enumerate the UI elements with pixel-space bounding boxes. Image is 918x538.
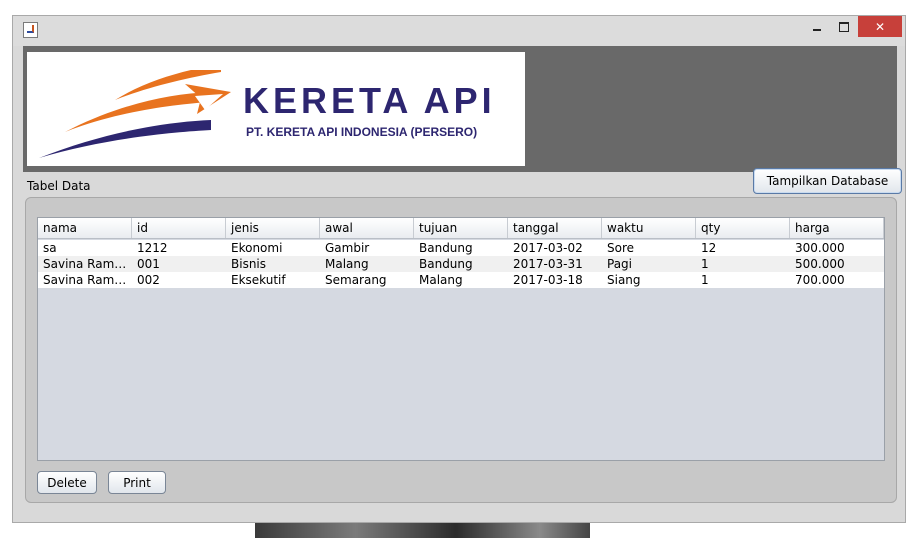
table-section-label: Tabel Data [27, 179, 91, 193]
minimize-button[interactable] [804, 16, 830, 37]
table-header: nama id jenis awal tujuan tanggal waktu … [38, 218, 884, 239]
logo-arrow-icon [39, 70, 231, 158]
cell-harga: 300.000 [795, 241, 845, 255]
cell-awal: Gambir [325, 241, 370, 255]
table-row[interactable]: Savina Ramad... 002 Eksekutif Semarang M… [38, 272, 884, 288]
cell-id: 002 [137, 273, 160, 287]
table-panel: nama id jenis awal tujuan tanggal waktu … [25, 197, 897, 503]
logo-title: KERETA API [243, 80, 496, 121]
cell-awal: Semarang [325, 273, 387, 287]
cell-tanggal: 2017-03-31 [513, 257, 583, 271]
cell-jenis: Ekonomi [231, 241, 283, 255]
background-image [255, 522, 590, 538]
column-header-tanggal[interactable]: tanggal [508, 218, 602, 238]
cell-tujuan: Malang [419, 273, 463, 287]
cell-qty: 12 [701, 241, 717, 255]
cell-waktu: Sore [607, 241, 635, 255]
column-header-id[interactable]: id [132, 218, 226, 238]
cell-waktu: Siang [607, 273, 641, 287]
cell-qty: 1 [701, 257, 709, 271]
print-button[interactable]: Print [108, 471, 166, 494]
app-window: ✕ KERETA API PT. KERETA API INDONESIA (P… [12, 15, 906, 523]
cell-harga: 500.000 [795, 257, 845, 271]
logo-subtitle: PT. KERETA API INDONESIA (PERSERO) [246, 125, 478, 139]
close-icon: ✕ [874, 19, 886, 34]
cell-nama: Savina Ramad... [43, 257, 132, 271]
cell-waktu: Pagi [607, 257, 633, 271]
cell-tanggal: 2017-03-18 [513, 273, 583, 287]
cell-jenis: Eksekutif [231, 273, 286, 287]
show-database-button[interactable]: Tampilkan Database [753, 168, 902, 194]
cell-tujuan: Bandung [419, 257, 473, 271]
title-bar[interactable]: ✕ [13, 16, 905, 46]
column-header-jenis[interactable]: jenis [226, 218, 320, 238]
cell-harga: 700.000 [795, 273, 845, 287]
maximize-button[interactable] [831, 16, 857, 37]
cell-id: 001 [137, 257, 160, 271]
cell-nama: sa [43, 241, 57, 255]
cell-tanggal: 2017-03-02 [513, 241, 583, 255]
cell-nama: Savina Ramad... [43, 273, 132, 287]
column-header-awal[interactable]: awal [320, 218, 414, 238]
table-row[interactable]: sa 1212 Ekonomi Gambir Bandung 2017-03-0… [38, 240, 884, 256]
cell-qty: 1 [701, 273, 709, 287]
column-header-waktu[interactable]: waktu [602, 218, 696, 238]
close-button[interactable]: ✕ [858, 16, 902, 37]
header-banner: KERETA API PT. KERETA API INDONESIA (PER… [23, 46, 902, 194]
column-header-nama[interactable]: nama [38, 218, 132, 238]
kereta-api-logo: KERETA API PT. KERETA API INDONESIA (PER… [27, 52, 525, 166]
cell-tujuan: Bandung [419, 241, 473, 255]
data-table[interactable]: nama id jenis awal tujuan tanggal waktu … [37, 217, 885, 461]
cell-jenis: Bisnis [231, 257, 267, 271]
delete-button[interactable]: Delete [37, 471, 97, 494]
column-header-tujuan[interactable]: tujuan [414, 218, 508, 238]
table-row[interactable]: Savina Ramad... 001 Bisnis Malang Bandun… [38, 256, 884, 272]
cell-id: 1212 [137, 241, 168, 255]
cell-awal: Malang [325, 257, 369, 271]
column-header-qty[interactable]: qty [696, 218, 790, 238]
column-header-harga[interactable]: harga [790, 218, 884, 238]
minimize-icon [813, 28, 821, 31]
java-app-icon [23, 22, 38, 38]
maximize-icon [839, 21, 849, 32]
